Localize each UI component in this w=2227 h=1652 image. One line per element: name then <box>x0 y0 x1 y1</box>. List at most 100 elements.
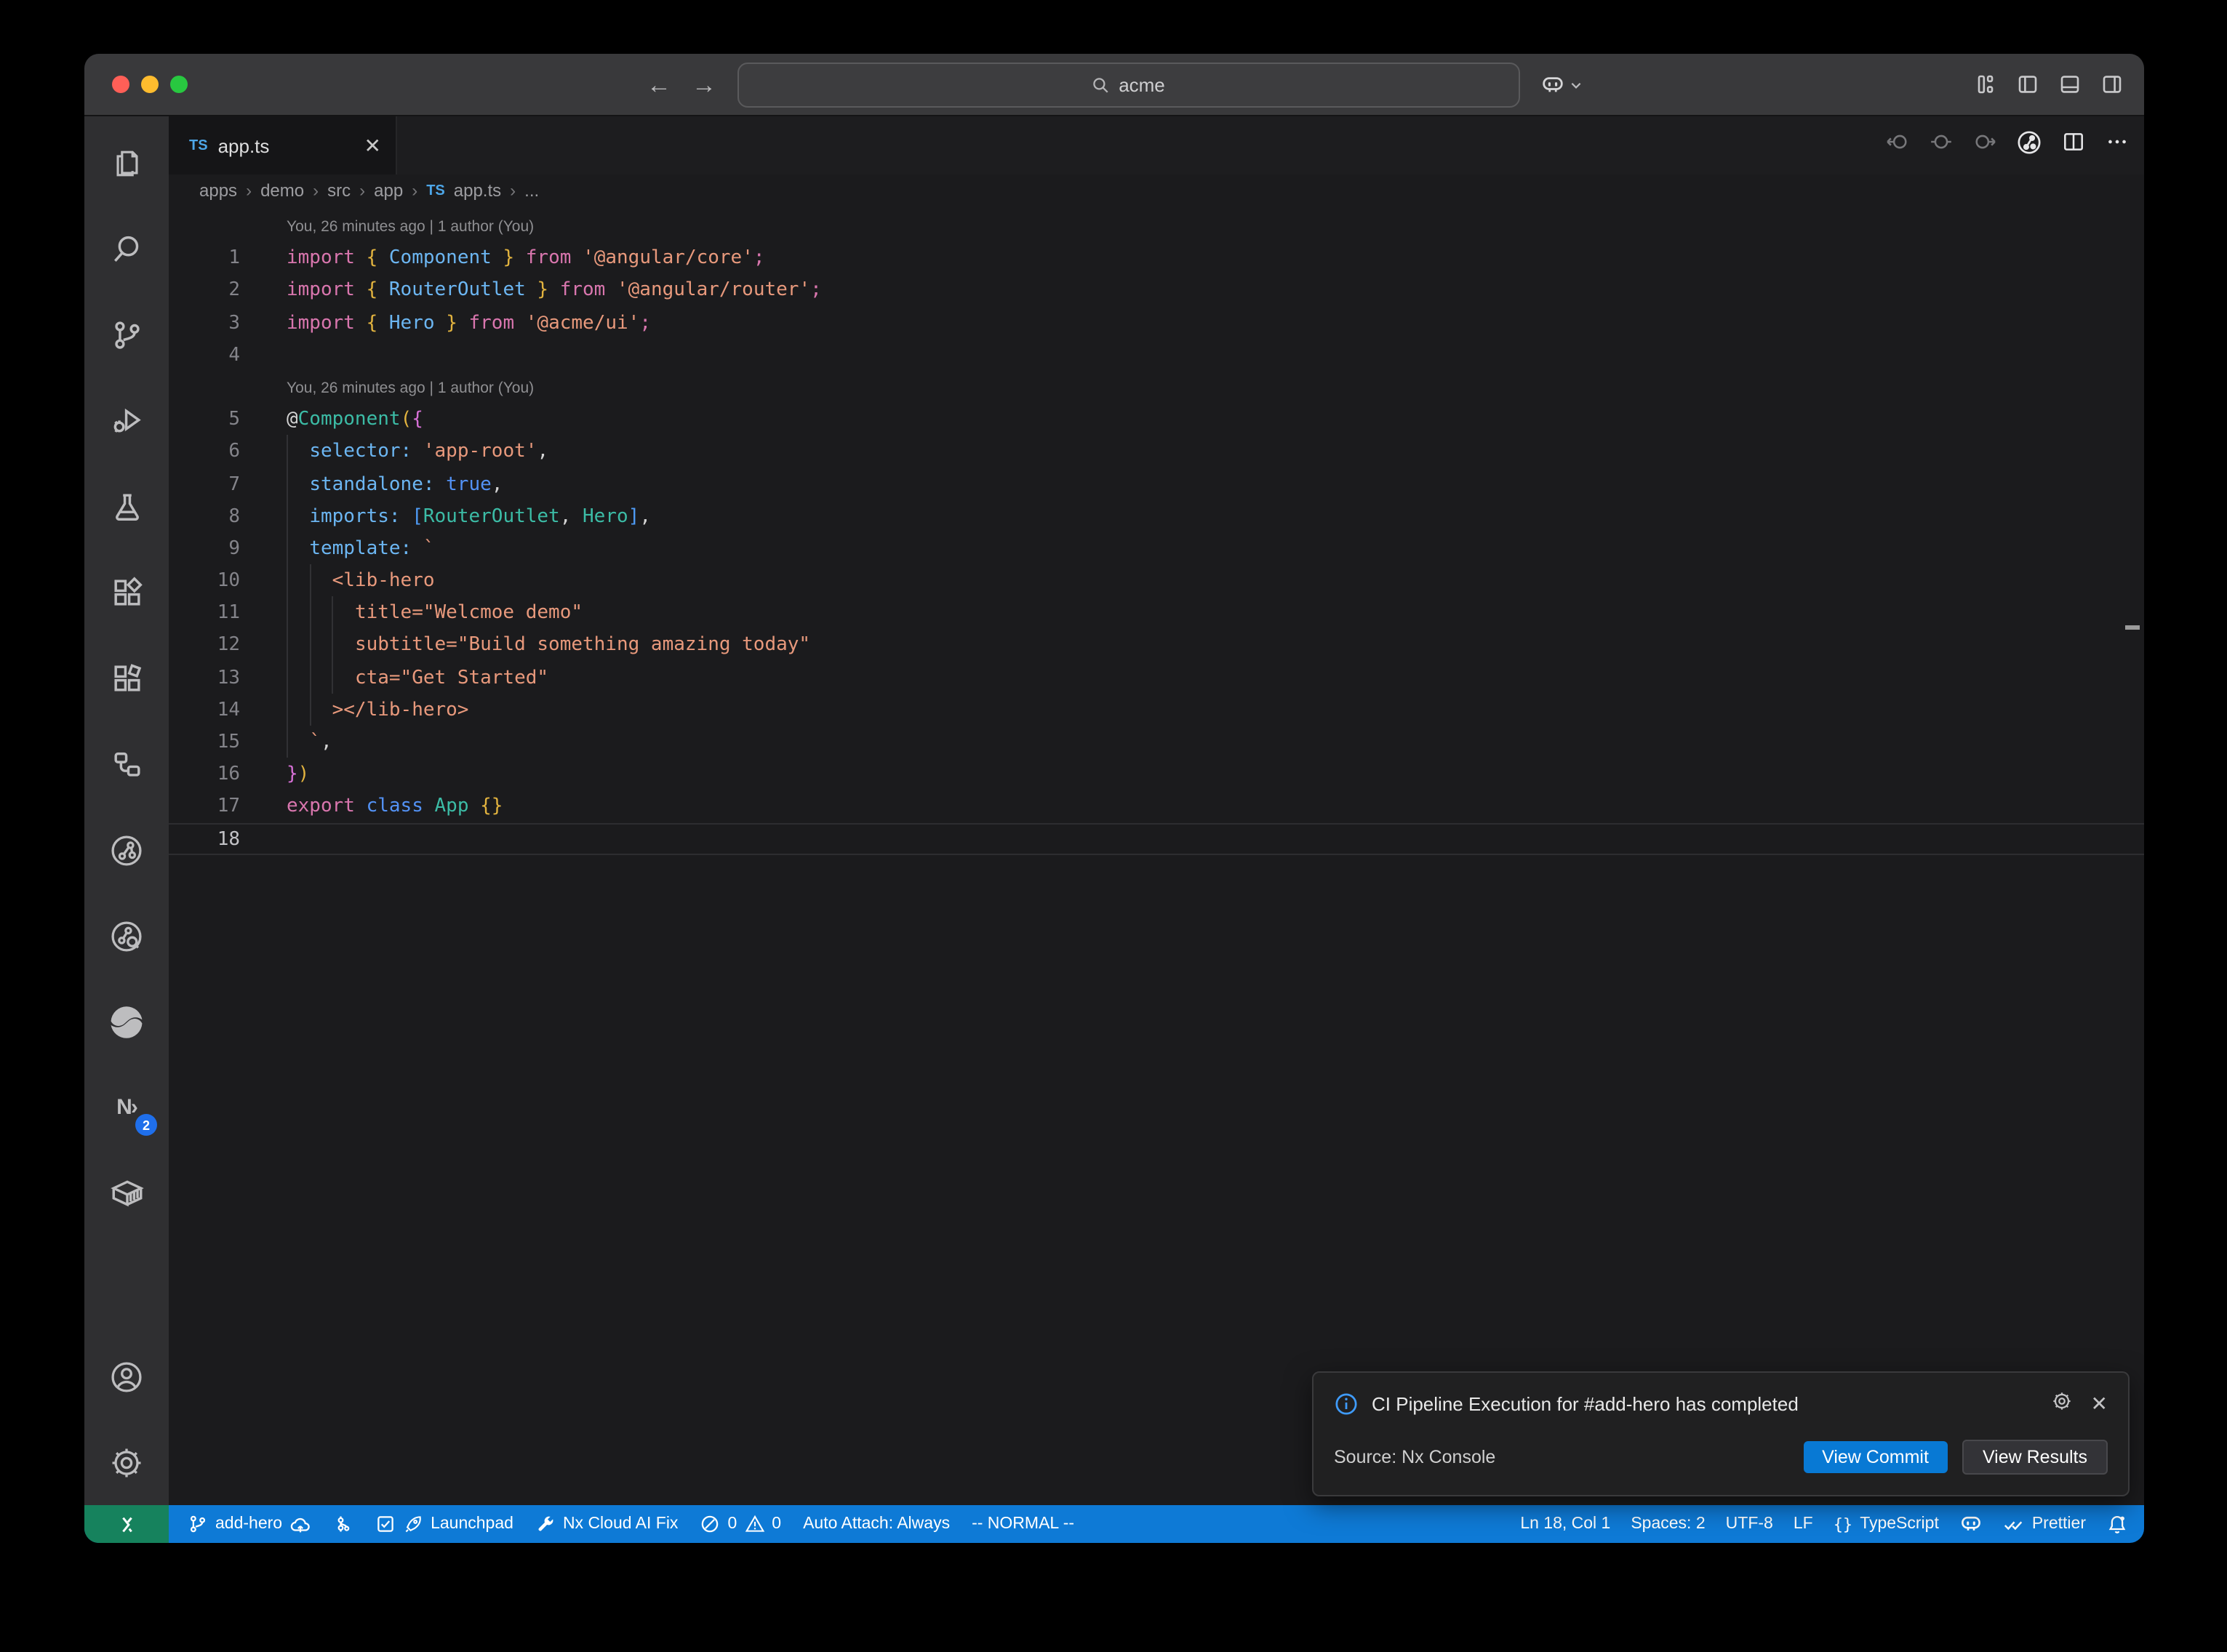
line-number[interactable]: 5 <box>169 404 287 433</box>
launchpad-status-item[interactable]: Launchpad <box>375 1514 513 1534</box>
cursor-position-item[interactable]: Ln 18, Col 1 <box>1520 1515 1610 1533</box>
activity-nx[interactable]: N› 2 <box>84 1064 169 1150</box>
code-line[interactable]: 4 <box>169 339 2144 371</box>
language-mode-item[interactable]: {} TypeScript <box>1834 1515 1939 1533</box>
code-line[interactable]: 12 subtitle="Build something amazing tod… <box>169 629 2144 661</box>
prettier-status-item[interactable]: Prettier <box>2003 1513 2086 1535</box>
activity-package[interactable] <box>84 1150 169 1236</box>
customize-layout-button[interactable] <box>1974 73 1997 96</box>
code-line[interactable]: 14 ></lib-hero> <box>169 694 2144 726</box>
activity-flow[interactable] <box>84 721 169 807</box>
code-line[interactable]: 2import { RouterOutlet } from '@angular/… <box>169 274 2144 306</box>
line-number[interactable]: 8 <box>169 501 287 530</box>
breadcrumb-overflow[interactable]: ... <box>524 180 539 201</box>
activity-testing[interactable] <box>84 464 169 550</box>
activity-search[interactable] <box>84 206 169 292</box>
nav-current-button[interactable] <box>1929 129 1954 161</box>
nav-forward-button[interactable] <box>1972 129 1997 161</box>
toggle-sidebar-left-button[interactable] <box>2016 73 2039 96</box>
minimize-window-button[interactable] <box>141 76 159 93</box>
code-line[interactable]: 11 title="Welcmoe demo" <box>169 597 2144 629</box>
notification-settings-button[interactable] <box>2052 1390 2074 1416</box>
toggle-panel-button[interactable] <box>2058 73 2082 96</box>
encoding-item[interactable]: UTF-8 <box>1726 1515 1773 1533</box>
line-number[interactable]: 13 <box>169 662 287 691</box>
breadcrumb-item[interactable]: app.ts <box>454 180 501 201</box>
codelens-line[interactable]: You, 26 minutes ago | 1 author (You) <box>169 209 2144 241</box>
line-number[interactable]: 2 <box>169 276 287 305</box>
activity-source-control[interactable] <box>84 292 169 378</box>
code-line[interactable]: 10 <lib-hero <box>169 564 2144 596</box>
code-line[interactable]: 18 <box>169 822 2144 854</box>
command-center-search[interactable]: acme <box>737 62 1519 107</box>
line-number[interactable]: 12 <box>169 630 287 659</box>
problems-status-item[interactable]: 0 0 <box>700 1514 781 1534</box>
view-results-button[interactable]: View Results <box>1962 1440 2108 1475</box>
activity-run-debug[interactable] <box>84 378 169 464</box>
commit-graph-button[interactable] <box>2016 129 2042 162</box>
line-number[interactable]: 4 <box>169 340 287 369</box>
breadcrumb-item[interactable]: apps <box>199 180 237 201</box>
toggle-sidebar-right-button[interactable] <box>2100 73 2124 96</box>
code-line[interactable]: 17export class App {} <box>169 790 2144 822</box>
line-number[interactable]: 18 <box>169 824 287 853</box>
indentation-item[interactable]: Spaces: 2 <box>1631 1515 1705 1533</box>
settings-menu[interactable] <box>84 1419 169 1505</box>
close-window-button[interactable] <box>112 76 129 93</box>
copilot-menu[interactable] <box>1540 72 1582 97</box>
vim-mode-status-item[interactable]: -- NORMAL -- <box>972 1515 1074 1533</box>
more-actions-button[interactable] <box>2105 129 2130 161</box>
commit-graph-status-item[interactable] <box>333 1514 353 1534</box>
copilot-status-item[interactable] <box>1959 1512 1983 1536</box>
activity-graph-circle[interactable] <box>84 807 169 893</box>
line-number[interactable]: 16 <box>169 759 287 788</box>
line-number[interactable]: 3 <box>169 308 287 337</box>
split-editor-button[interactable] <box>2061 129 2086 161</box>
line-number[interactable]: 6 <box>169 437 287 466</box>
breadcrumb-item[interactable]: demo <box>260 180 304 201</box>
code-line[interactable]: 8 imports: [RouterOutlet, Hero], <box>169 500 2144 532</box>
line-number[interactable]: 7 <box>169 469 287 498</box>
line-number[interactable]: 15 <box>169 727 287 756</box>
line-number[interactable]: 11 <box>169 598 287 627</box>
branch-status-item[interactable]: add-hero <box>188 1513 311 1535</box>
auto-attach-status-item[interactable]: Auto Attach: Always <box>803 1515 950 1533</box>
code-line[interactable]: 3import { Hero } from '@acme/ui'; <box>169 306 2144 338</box>
nav-back-button[interactable] <box>1885 129 1910 161</box>
activity-extensions[interactable] <box>84 550 169 635</box>
codelens-line[interactable]: You, 26 minutes ago | 1 author (You) <box>169 371 2144 403</box>
activity-grid-diamond[interactable] <box>84 635 169 721</box>
line-number[interactable]: 17 <box>169 792 287 821</box>
activity-graph-search[interactable] <box>84 893 169 979</box>
remote-indicator[interactable] <box>84 1505 169 1543</box>
activity-swirl[interactable] <box>84 979 169 1064</box>
close-icon[interactable]: ✕ <box>364 135 381 156</box>
view-commit-button[interactable]: View Commit <box>1803 1441 1948 1473</box>
code-line[interactable]: 1import { Component } from '@angular/cor… <box>169 241 2144 273</box>
code-line[interactable]: 13 cta="Get Started" <box>169 661 2144 693</box>
notifications-bell-item[interactable] <box>2106 1513 2128 1535</box>
line-number[interactable] <box>169 211 287 240</box>
code-line[interactable]: 9 template: ` <box>169 532 2144 564</box>
code-line[interactable]: 16}) <box>169 758 2144 790</box>
line-number[interactable]: 1 <box>169 243 287 272</box>
eol-item[interactable]: LF <box>1794 1515 1813 1533</box>
back-arrow-icon[interactable]: ← <box>647 72 671 97</box>
code-editor[interactable]: You, 26 minutes ago | 1 author (You)1imp… <box>169 206 2144 1505</box>
activity-explorer[interactable] <box>84 121 169 206</box>
line-number[interactable]: 14 <box>169 695 287 724</box>
zoom-window-button[interactable] <box>170 76 188 93</box>
notification-close-button[interactable]: ✕ <box>2091 1391 2108 1416</box>
line-number[interactable] <box>169 372 287 401</box>
nx-cloud-status-item[interactable]: Nx Cloud AI Fix <box>535 1514 679 1534</box>
code-line[interactable]: 6 selector: 'app-root', <box>169 436 2144 468</box>
breadcrumb-item[interactable]: src <box>327 180 351 201</box>
account-menu[interactable] <box>84 1334 169 1419</box>
line-number[interactable]: 9 <box>169 534 287 563</box>
code-line[interactable]: 7 standalone: true, <box>169 468 2144 500</box>
code-line[interactable]: 5@Component({ <box>169 403 2144 435</box>
forward-arrow-icon[interactable]: → <box>692 72 716 97</box>
breadcrumb-item[interactable]: app <box>374 180 403 201</box>
tab-app-ts[interactable]: TS app.ts ✕ <box>169 116 397 175</box>
line-number[interactable]: 10 <box>169 566 287 595</box>
